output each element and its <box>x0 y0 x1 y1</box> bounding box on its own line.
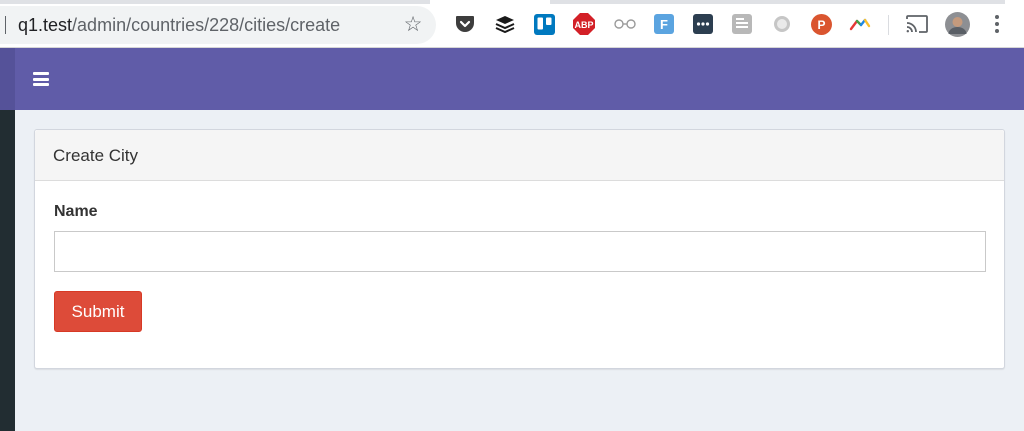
tab-gap <box>1005 0 1024 4</box>
adblock-plus-icon[interactable]: ABP <box>573 13 595 35</box>
create-city-card: Create City Name Submit <box>34 129 1005 369</box>
rainbow-arc-icon[interactable] <box>849 13 871 35</box>
feedly-icon[interactable]: F <box>653 13 675 35</box>
buffer-icon[interactable] <box>494 13 516 35</box>
url-text[interactable]: q1.test/admin/countries/228/cities/creat… <box>18 15 340 36</box>
card-header: Create City <box>35 130 1004 181</box>
name-input[interactable] <box>54 231 986 272</box>
profile-avatar[interactable] <box>945 12 970 37</box>
producthunt-label: P <box>817 18 825 32</box>
dots-extension-icon[interactable] <box>692 13 714 35</box>
tab-gap <box>430 0 550 4</box>
browser-menu-icon[interactable] <box>986 13 1008 35</box>
cast-icon[interactable] <box>906 13 928 35</box>
grey-circle-icon[interactable] <box>771 13 793 35</box>
bookmark-star-icon[interactable]: ☆ <box>402 14 424 36</box>
sidebar-logo-area <box>0 48 15 110</box>
tab-strip <box>0 0 1024 4</box>
feedly-label: F <box>660 17 668 32</box>
producthunt-icon[interactable]: P <box>810 13 832 35</box>
browser-toolbar: q1.test/admin/countries/228/cities/creat… <box>0 0 1024 48</box>
top-navbar <box>15 48 1024 110</box>
sidebar-toggle-icon[interactable] <box>33 72 49 86</box>
trello-icon[interactable] <box>533 13 555 35</box>
url-host: q1.test <box>18 15 73 35</box>
toolbar-separator <box>888 15 889 35</box>
sidebar <box>0 48 15 431</box>
glasses-icon[interactable] <box>614 13 636 35</box>
name-label: Name <box>54 203 98 220</box>
address-bar[interactable]: q1.test/admin/countries/228/cities/creat… <box>0 6 436 44</box>
card-title: Create City <box>53 146 139 165</box>
text-cursor <box>5 16 6 34</box>
url-path: /admin/countries/228/cities/create <box>72 15 341 35</box>
abp-label: ABP <box>574 20 593 30</box>
submit-button[interactable]: Submit <box>54 291 142 332</box>
stack-icon[interactable] <box>731 13 753 35</box>
pocket-icon[interactable] <box>454 13 476 35</box>
